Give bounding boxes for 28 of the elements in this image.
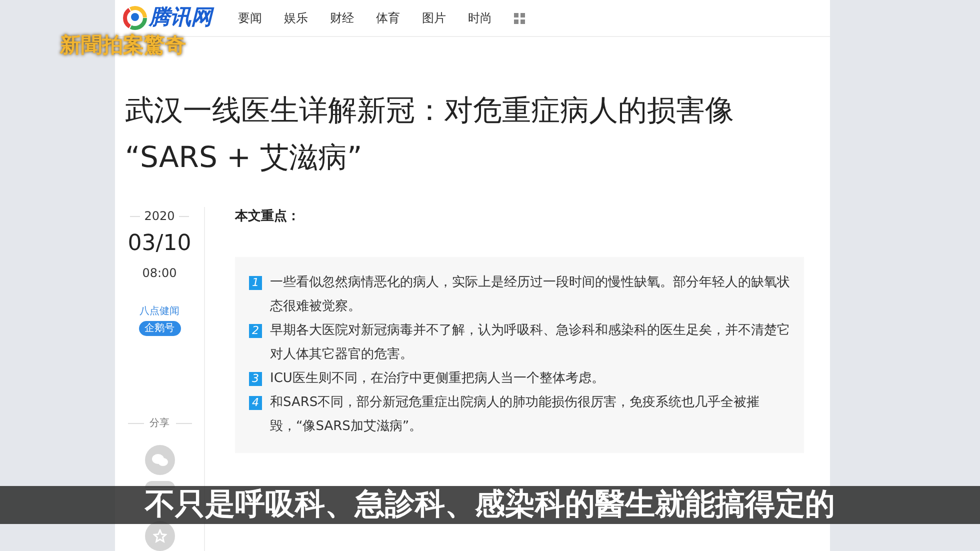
key-point: 和SARS不同，部分新冠危重症出院病人的肺功能损伤很厉害，免疫系统也几乎全被摧毁，“像SARS加艾滋病”。: [270, 394, 761, 436]
point-number: 4: [249, 396, 262, 410]
key-point: ICU医生则不同，在治疗中更侧重把病人当一个整体考虑。: [270, 370, 604, 388]
point-number: 3: [249, 372, 262, 386]
nav-link[interactable]: 要闻: [230, 9, 274, 27]
summary-heading: 本文重点：: [235, 208, 301, 226]
nav-link[interactable]: 财经: [322, 9, 366, 27]
key-point: 一些看似忽然病情恶化的病人，实际上是经历过一段时间的慢性缺氧。部分年轻人的缺氧状态很难被觉察。: [270, 274, 790, 316]
nav-link[interactable]: 图片: [414, 9, 458, 27]
nav-link[interactable]: 时尚: [460, 9, 504, 27]
article-title: 武汉一线医生详解新冠：对危重症病人的损害像: [125, 92, 735, 129]
key-point: 早期各大医院对新冠病毒并不了解，认为呼吸科、急诊科和感染科的医生足矣，并不清楚它对人体其它器官的危害。: [270, 322, 790, 364]
date-day: 03/10: [128, 227, 192, 260]
author-badge: 企鹅号: [138, 321, 180, 336]
nav-link[interactable]: 体育: [368, 9, 412, 27]
author-link[interactable]: 八点健闻: [140, 304, 180, 319]
article-title: “SARS + 艾滋病”: [125, 139, 364, 176]
share-label: 分享: [150, 416, 170, 431]
date-year: 2020: [144, 208, 175, 225]
date-time: 08:00: [142, 265, 177, 282]
point-number: 1: [249, 276, 262, 290]
channel-label: 新聞拍案驚奇: [60, 32, 186, 59]
logo-icon: [123, 6, 147, 30]
subtitle: 不只是呼吸科、急診科、感染科的醫生就能搞得定的: [145, 486, 835, 524]
point-number: 2: [249, 324, 262, 338]
nav-link[interactable]: 娱乐: [276, 9, 320, 27]
site-logo[interactable]: 腾讯网: [149, 2, 212, 34]
grid-menu-icon[interactable]: [514, 12, 525, 24]
